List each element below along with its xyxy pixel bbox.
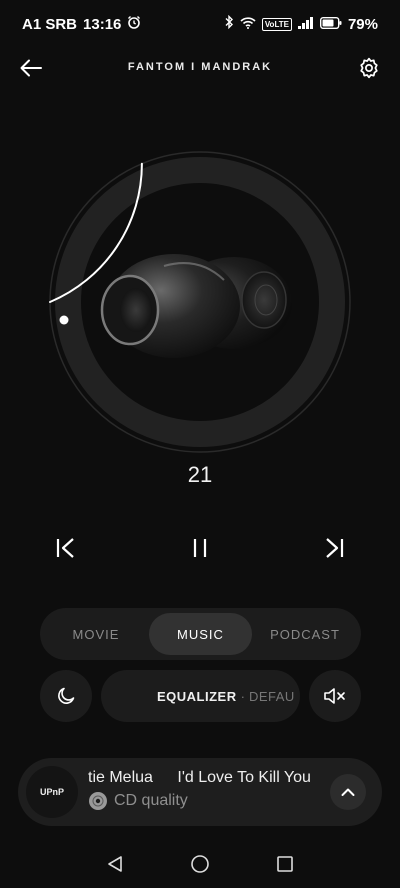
equalizer-button[interactable]: EQUALIZER · DEFAU: [101, 670, 300, 722]
mute-button[interactable]: [309, 670, 361, 722]
triangle-back-icon: [108, 856, 122, 872]
now-playing-bar[interactable]: UPnP tie Melua I'd Love To Kill You CD q…: [18, 758, 382, 826]
equalizer-preset: DEFAU: [248, 688, 295, 704]
arrow-left-icon: [20, 59, 42, 77]
playback-controls: [0, 528, 400, 568]
status-left: A1 SRB 13:16: [22, 15, 141, 33]
night-mode-button[interactable]: [40, 670, 92, 722]
nav-home-button[interactable]: [185, 852, 215, 876]
earbuds-image: [100, 254, 292, 358]
audio-quality: CD quality: [88, 791, 188, 811]
tab-music[interactable]: MUSIC: [149, 613, 252, 655]
clock: 13:16: [83, 15, 122, 33]
tab-movie[interactable]: MOVIE: [46, 613, 146, 655]
volume-knob[interactable]: [59, 315, 69, 325]
quality-label: CD quality: [114, 792, 188, 809]
back-button[interactable]: [16, 53, 46, 83]
tab-podcast[interactable]: PODCAST: [255, 613, 355, 655]
battery-icon: [319, 16, 342, 33]
carrier-label: A1 SRB: [22, 15, 78, 33]
expand-player-button[interactable]: [330, 774, 366, 810]
status-bar: A1 SRB 13:16 VoLTE 79%: [0, 0, 400, 48]
nav-back-button[interactable]: [100, 852, 130, 876]
bluetooth-icon: [225, 14, 234, 33]
signal-icon: [297, 16, 314, 33]
sound-mode-selector: MOVIE MUSIC PODCAST: [40, 608, 361, 660]
skip-next-icon: [326, 538, 344, 558]
pause-icon: [193, 539, 207, 557]
wifi-icon: [240, 16, 256, 33]
skip-previous-icon: [56, 538, 74, 558]
cd-icon: [89, 792, 107, 810]
equalizer-separator: ·: [240, 688, 245, 704]
settings-button[interactable]: [354, 53, 384, 83]
battery-level: 79%: [347, 15, 378, 33]
moon-icon: [58, 687, 75, 704]
track-title: I'd Love To Kill You: [177, 769, 311, 786]
previous-button[interactable]: [48, 530, 84, 566]
volume-dial[interactable]: [24, 128, 376, 480]
square-recents-icon: [277, 856, 293, 872]
equalizer-label: EQUALIZER: [157, 688, 237, 704]
status-right: VoLTE 79%: [225, 14, 378, 33]
system-navigation-bar: [0, 840, 400, 888]
speaker-mute-icon: [324, 688, 345, 704]
next-button[interactable]: [316, 530, 352, 566]
volte-badge: VoLTE: [261, 17, 292, 31]
alarm-icon: [127, 15, 141, 33]
pause-button[interactable]: [182, 530, 218, 566]
track-info: tie Melua I'd Love To Kill You: [88, 769, 320, 791]
source-badge: UPnP: [26, 766, 78, 818]
chevron-up-icon: [341, 788, 355, 796]
header: FANTOM I MANDRAK: [0, 48, 400, 86]
audio-options-row: EQUALIZER · DEFAU: [0, 670, 400, 724]
track-artist: tie Melua: [88, 769, 153, 786]
circle-home-icon: [191, 855, 209, 873]
volume-value: 21: [187, 462, 213, 487]
page-title: FANTOM I MANDRAK: [127, 61, 273, 73]
gear-icon: [360, 57, 378, 79]
nav-recents-button[interactable]: [270, 852, 300, 876]
